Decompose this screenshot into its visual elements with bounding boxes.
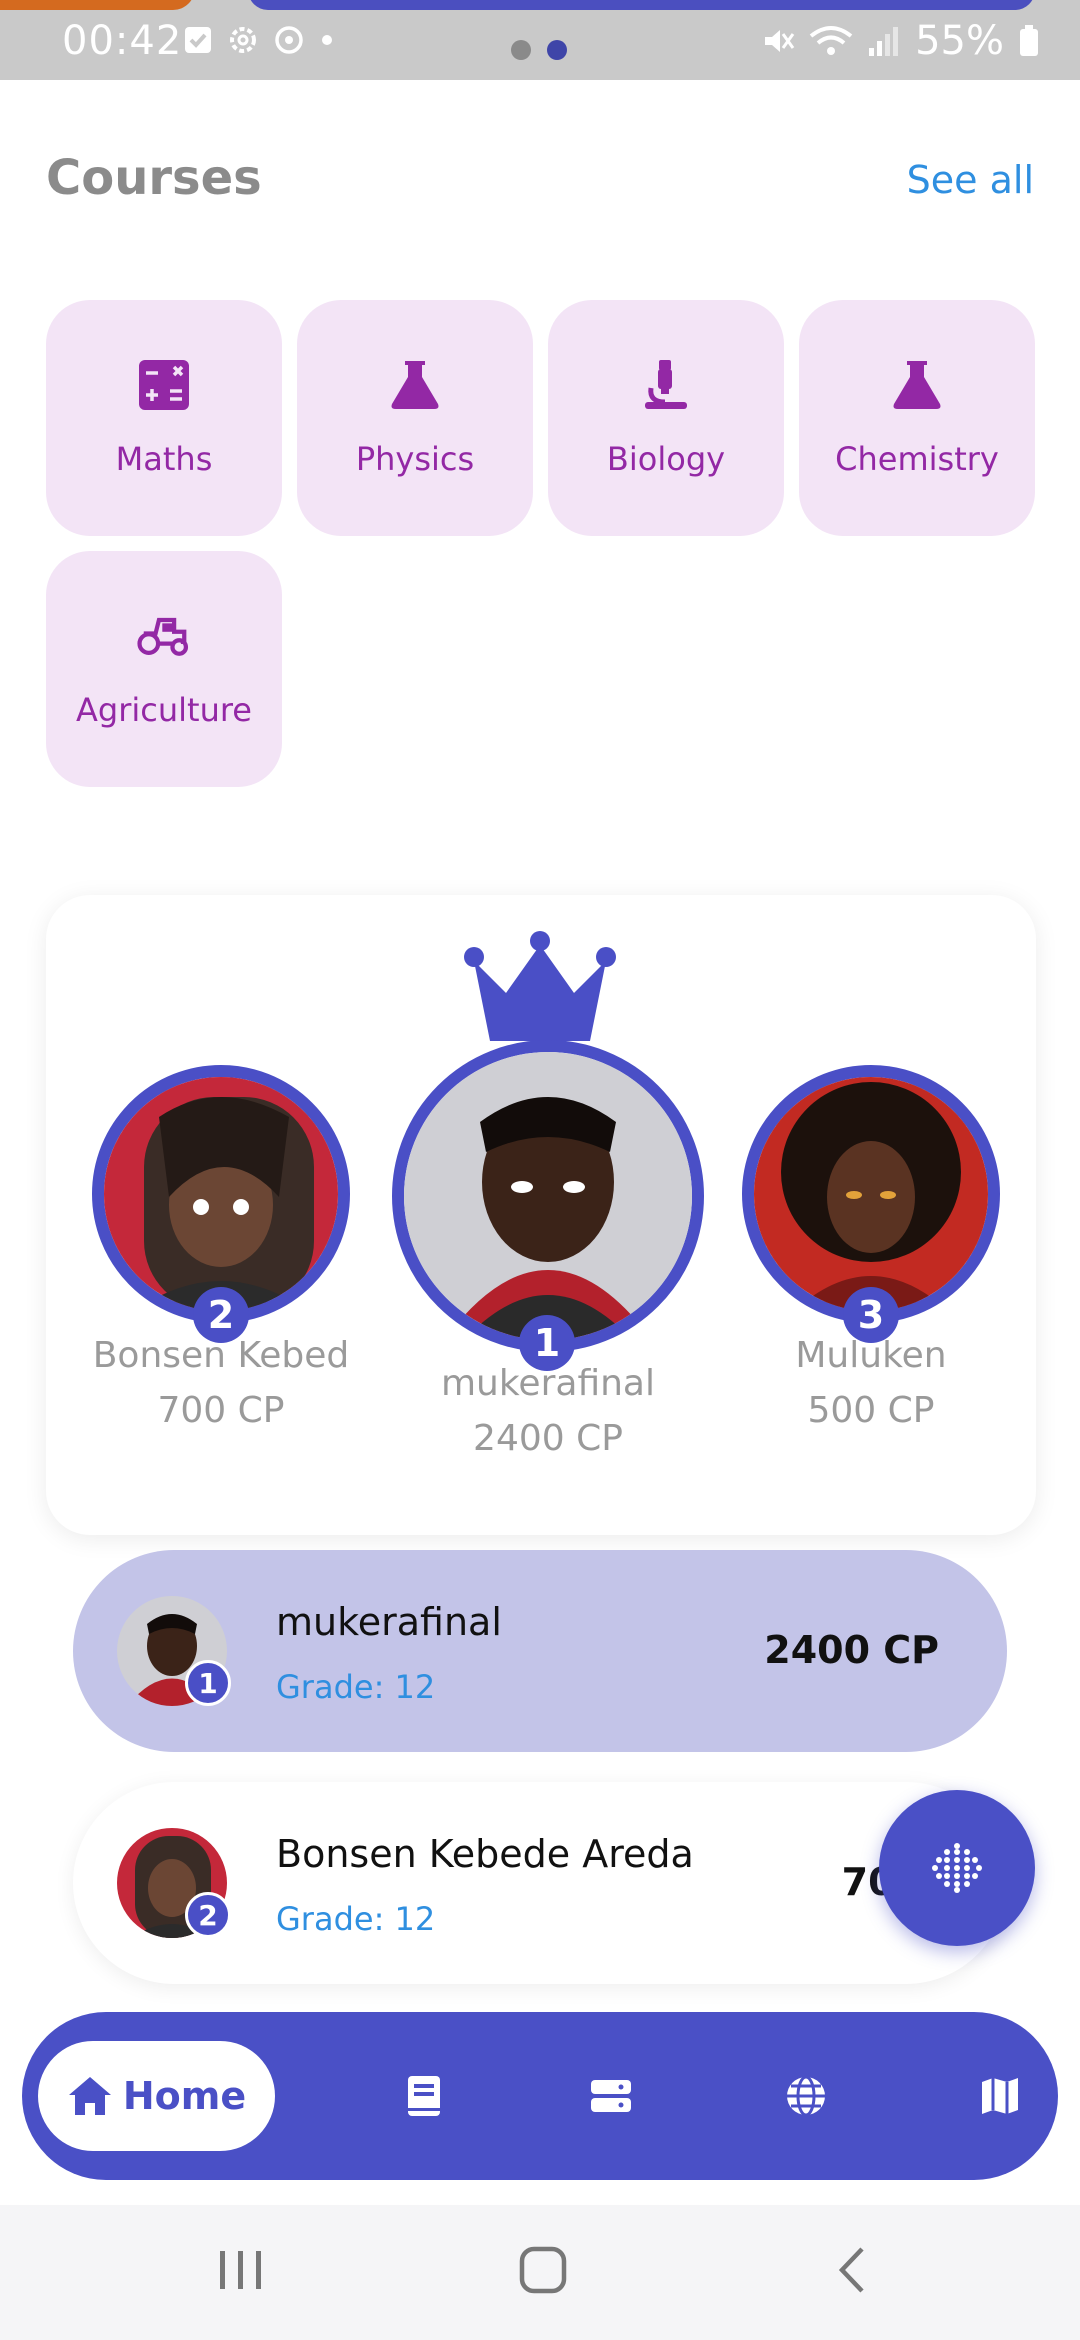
course-label: Maths: [115, 440, 213, 478]
sync-icon: [275, 26, 303, 54]
leaderboard-row[interactable]: 2 Bonsen Kebede Areda Grade: 12 700: [73, 1782, 1007, 1984]
page-indicator: [511, 40, 567, 60]
checkbox-icon: [185, 27, 211, 53]
home-system-icon[interactable]: [518, 2245, 568, 2295]
flask-icon: [391, 361, 439, 409]
podium-cp: 2400 CP: [473, 1418, 623, 1459]
podium-name: Bonsen Kebed: [92, 1335, 350, 1376]
course-label: Agriculture: [76, 691, 252, 729]
crown-icon: [464, 931, 616, 1041]
podium-cp: 500 CP: [807, 1390, 935, 1431]
app-pill-right: [248, 0, 1035, 10]
row-name: Bonsen Kebede Areda: [276, 1832, 694, 1876]
avatar[interactable]: [92, 1065, 350, 1323]
tractor-icon: [137, 617, 189, 656]
settings-icon: [230, 27, 256, 53]
leaderboard-row[interactable]: 1 mukerafinal Grade: 12 2400 CP: [73, 1550, 1007, 1752]
status-notification-icons: [183, 24, 335, 56]
book-icon[interactable]: [400, 2072, 448, 2120]
nav-home-button[interactable]: Home: [38, 2041, 275, 2151]
status-system-icons: 55%: [761, 18, 1040, 64]
signal-icon: [869, 27, 899, 56]
row-grade: Grade: 12: [276, 1900, 436, 1938]
see-all-link[interactable]: See all: [907, 158, 1034, 202]
avatar-image: [754, 1077, 988, 1311]
calculator-icon: [139, 360, 189, 410]
course-card-chemistry[interactable]: Chemistry: [799, 300, 1035, 536]
home-icon: [68, 2077, 111, 2115]
course-card-biology[interactable]: Biology: [548, 300, 784, 536]
course-label: Physics: [355, 440, 475, 478]
avatar-image: [104, 1077, 338, 1311]
app-pill-left: [0, 0, 195, 10]
status-bar: 00:42 55%: [0, 0, 1080, 80]
page-dot: [511, 40, 531, 60]
podium-cp: 700 CP: [157, 1390, 285, 1431]
dots-grid-fab-button[interactable]: [879, 1790, 1035, 1946]
back-icon[interactable]: [828, 2245, 878, 2295]
rank-badge: 1: [185, 1660, 231, 1706]
row-grade: Grade: 12: [276, 1668, 436, 1706]
course-card-physics[interactable]: Physics: [297, 300, 533, 536]
microscope-icon: [645, 360, 687, 409]
avatar[interactable]: [392, 1040, 704, 1352]
battery-percent: 55%: [915, 18, 1004, 64]
dot-icon: [322, 35, 332, 45]
row-name: mukerafinal: [276, 1600, 502, 1644]
course-label: Chemistry: [835, 440, 999, 478]
server-icon[interactable]: [587, 2072, 635, 2120]
avatar[interactable]: [742, 1065, 1000, 1323]
page-dot-active: [547, 40, 567, 60]
system-navigation-bar: [0, 2205, 1080, 2340]
course-label: Biology: [606, 440, 726, 478]
course-card-maths[interactable]: Maths: [46, 300, 282, 536]
battery-icon: [1020, 25, 1038, 56]
flask-icon: [893, 361, 941, 409]
bottom-nav: Home: [22, 2012, 1058, 2180]
avatar-image: [404, 1052, 692, 1340]
status-time: 00:42: [62, 18, 183, 64]
nav-home-label: Home: [122, 2074, 247, 2118]
podium-name: Muluken: [795, 1335, 947, 1376]
recent-apps-icon[interactable]: [216, 2245, 266, 2295]
wifi-icon: [809, 26, 853, 55]
course-card-agriculture[interactable]: Agriculture: [46, 551, 282, 787]
map-icon[interactable]: [976, 2072, 1024, 2120]
leaderboard-podium: 2 Bonsen Kebed 700 CP 1 mukerafinal 2400…: [46, 895, 1036, 1535]
dots-grid-icon: [932, 1843, 982, 1893]
globe-icon[interactable]: [782, 2072, 830, 2120]
podium-name: mukerafinal: [440, 1363, 655, 1404]
rank-badge: 2: [185, 1892, 231, 1938]
row-cp: 2400 CP: [764, 1628, 939, 1672]
mute-icon: [765, 30, 795, 52]
courses-title: Courses: [46, 150, 262, 206]
